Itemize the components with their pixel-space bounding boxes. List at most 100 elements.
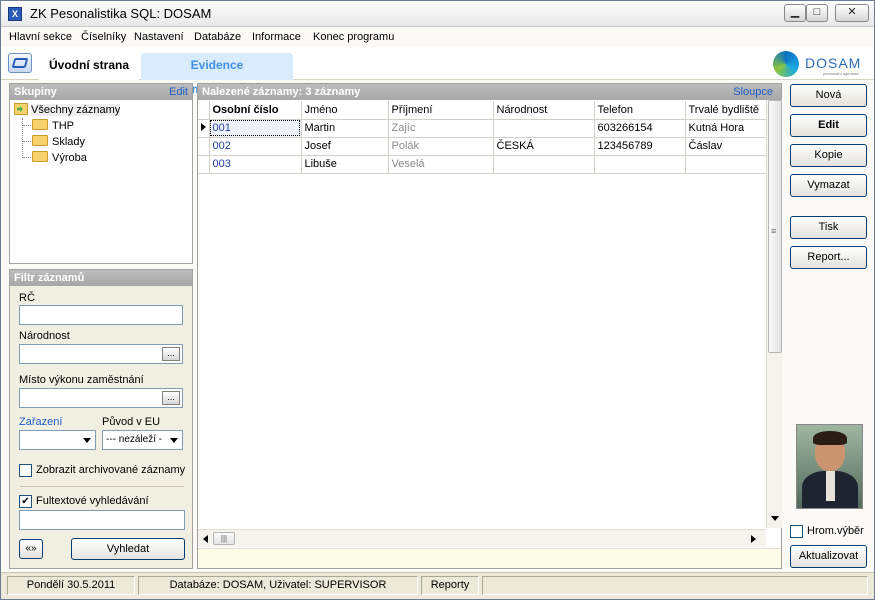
cell-residence[interactable]: [685, 155, 767, 174]
report-button[interactable]: Report...: [790, 246, 867, 269]
groups-edit-link[interactable]: Edit: [169, 84, 188, 100]
tree-item-all-label: Všechny záznamy: [31, 104, 121, 116]
origin-select[interactable]: --- nezáleží -: [102, 430, 183, 450]
workplace-label: Místo výkonu zaměstnání: [19, 374, 144, 386]
archived-checkbox[interactable]: [19, 464, 32, 477]
cell-residence[interactable]: Čáslav: [685, 137, 767, 156]
scroll-down-arrow-icon[interactable]: [771, 516, 779, 521]
employee-photo: [796, 424, 863, 509]
scroll-right-arrow-icon[interactable]: [751, 535, 756, 543]
minimize-button[interactable]: ▁: [784, 4, 806, 22]
filter-panel: Filtr záznamů RČ Národnost ... Místo výk…: [9, 269, 193, 569]
filter-header: Filtr záznamů: [10, 270, 192, 286]
window-title: ZK Pesonalistika SQL: DOSAM: [30, 6, 212, 21]
rc-label: RČ: [19, 292, 35, 304]
cell-nationality[interactable]: [493, 155, 595, 174]
vertical-scroll-thumb[interactable]: ≡: [768, 100, 782, 353]
column-header[interactable]: Příjmení: [388, 101, 494, 120]
horizontal-scroll-thumb[interactable]: |||: [213, 532, 235, 545]
cell-phone[interactable]: 603266154: [594, 119, 686, 138]
menu-databaze[interactable]: Databáze: [194, 31, 241, 43]
scroll-left-arrow-icon[interactable]: [203, 535, 208, 543]
bulk-select-checkbox[interactable]: [790, 525, 803, 538]
cell-last-name[interactable]: Veselá: [388, 155, 494, 174]
workplace-browse-button[interactable]: ...: [162, 391, 180, 405]
groups-title: Skupiny: [14, 86, 57, 98]
cell-phone[interactable]: 123456789: [594, 137, 686, 156]
row-indicator: [198, 137, 210, 156]
status-empty: [482, 576, 868, 595]
new-button[interactable]: Nová: [790, 84, 867, 107]
assignment-select[interactable]: [19, 430, 96, 450]
cell-nationality[interactable]: [493, 119, 595, 138]
cell-first-name[interactable]: Libuše: [301, 155, 389, 174]
nationality-browse-button[interactable]: ...: [162, 347, 180, 361]
cell-id[interactable]: 002: [209, 137, 302, 156]
status-reports[interactable]: Reporty: [421, 576, 479, 595]
table-row[interactable]: 002 Josef Polák ČESKÁ 123456789 Čáslav: [198, 137, 767, 156]
tree-item-thp[interactable]: THP: [32, 119, 74, 132]
print-button[interactable]: Tisk: [790, 216, 867, 239]
cell-first-name[interactable]: Martin: [301, 119, 389, 138]
app-icon: X: [8, 7, 22, 21]
menu-informace[interactable]: Informace: [252, 31, 301, 43]
delete-button[interactable]: Vymazat: [790, 174, 867, 197]
tree-item-all[interactable]: Všechny záznamy: [14, 103, 121, 116]
edit-button[interactable]: Edit: [790, 114, 867, 137]
cell-last-name[interactable]: Zajíc: [388, 119, 494, 138]
copy-button[interactable]: Kopie: [790, 144, 867, 167]
column-header[interactable]: Trvalé bydliště: [685, 101, 767, 120]
folder-icon: [32, 135, 48, 146]
cell-id[interactable]: 001: [209, 119, 302, 138]
column-header[interactable]: Jméno: [301, 101, 389, 120]
menu-konec-programu[interactable]: Konec programu: [313, 31, 394, 43]
cell-first-name[interactable]: Josef: [301, 137, 389, 156]
tree-item-label: THP: [52, 120, 74, 132]
tabs-menu-icon[interactable]: [8, 53, 32, 73]
horizontal-scrollbar[interactable]: |||: [198, 529, 766, 547]
cell-residence[interactable]: Kutná Hora: [685, 119, 767, 138]
vertical-scrollbar[interactable]: ≡: [766, 100, 782, 528]
tab-evidence[interactable]: Evidence zaměstnanců: [141, 53, 293, 96]
assignment-label[interactable]: Zařazení: [19, 416, 62, 428]
tree-item-vyroba[interactable]: Výroba: [32, 151, 87, 164]
columns-link[interactable]: Sloupce: [733, 84, 773, 100]
fulltext-label: Fultextové vyhledávání: [36, 495, 149, 507]
fulltext-checkbox[interactable]: ✔: [19, 495, 32, 508]
table-header-row: Osobní číslo Jméno Příjmení Národnost Te…: [198, 101, 767, 120]
folder-icon: [32, 119, 48, 130]
tab-home[interactable]: Úvodní strana: [39, 53, 140, 80]
nationality-input[interactable]: ...: [19, 344, 183, 364]
origin-label: Původ v EU: [102, 416, 161, 428]
cell-id[interactable]: 003: [209, 155, 302, 174]
cell-nationality[interactable]: ČESKÁ: [493, 137, 595, 156]
cell-last-name[interactable]: Polák: [388, 137, 494, 156]
refresh-button[interactable]: Aktualizovat: [790, 545, 867, 568]
menu-ciselniky[interactable]: Číselníky: [81, 31, 126, 43]
origin-value: --- nezáleží -: [106, 434, 163, 445]
close-button[interactable]: ✕: [835, 4, 869, 22]
column-header[interactable]: Národnost: [493, 101, 595, 120]
tree-item-sklady[interactable]: Sklady: [32, 135, 85, 148]
status-bar: Pondělí 30.5.2011 Databáze: DOSAM, Uživa…: [1, 572, 874, 599]
grid-footer: [198, 548, 781, 568]
fulltext-input[interactable]: [19, 510, 185, 530]
column-header[interactable]: Osobní číslo: [209, 101, 302, 120]
cell-phone[interactable]: [594, 155, 686, 174]
menu-hlavni-sekce[interactable]: Hlavní sekce: [9, 31, 72, 43]
menu-nastaveni[interactable]: Nastavení: [134, 31, 184, 43]
table-row[interactable]: 003 Libuše Veselá: [198, 155, 767, 174]
table-row[interactable]: 001 Martin Zajíc 603266154 Kutná Hora: [198, 119, 767, 138]
search-button[interactable]: Vyhledat: [71, 538, 185, 560]
logo-subtitle: personální agentura: [823, 71, 859, 76]
bulk-select-label: Hrom.výběr: [807, 525, 864, 537]
column-header[interactable]: Telefon: [594, 101, 686, 120]
row-indicator-header: [198, 101, 210, 120]
archived-label: Zobrazit archivované záznamy: [36, 464, 186, 476]
toggle-panel-button[interactable]: «»: [19, 539, 43, 559]
filter-separator: [20, 486, 184, 487]
rc-input[interactable]: [19, 305, 183, 325]
workplace-input[interactable]: ...: [19, 388, 183, 408]
title-bar[interactable]: X ZK Pesonalistika SQL: DOSAM ▁ □ ✕: [1, 1, 874, 27]
maximize-button[interactable]: □: [806, 4, 828, 22]
